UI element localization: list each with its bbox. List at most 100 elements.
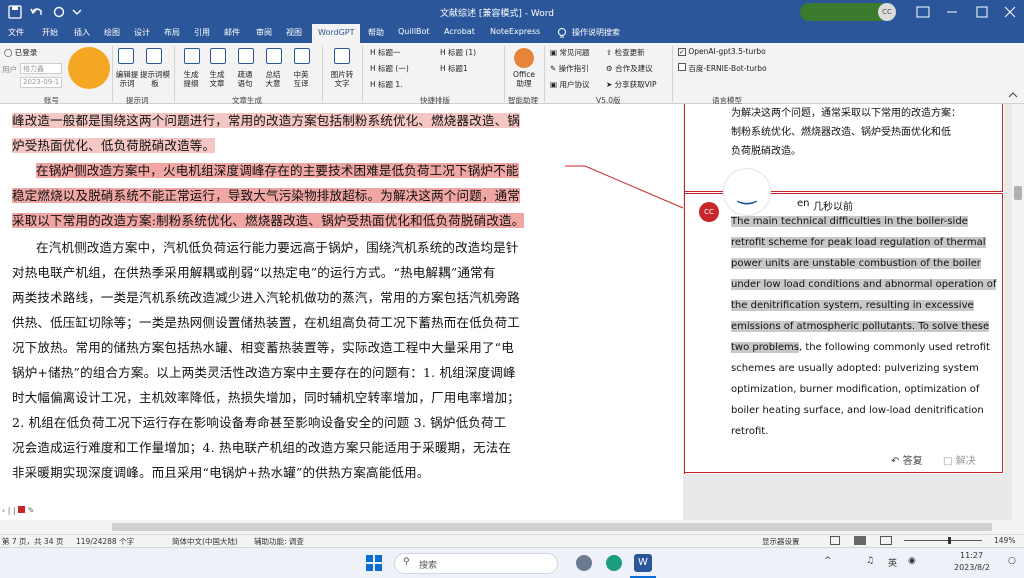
tab-wordgpt[interactable]: WordGPT — [312, 24, 361, 43]
doc-line: 炉受热面优化、低负荷脱硝改造等。 — [12, 138, 216, 153]
heading-style-5[interactable]: H 标题 1. — [370, 79, 403, 90]
word-count[interactable]: 119/24288 个字 — [76, 536, 134, 547]
close-icon[interactable] — [1003, 5, 1017, 19]
display-settings[interactable]: 显示器设置 — [762, 536, 800, 547]
volume-icon[interactable]: ♫ — [866, 556, 874, 566]
ime-indicator[interactable]: 英 — [888, 556, 897, 569]
date-field[interactable]: 2023-09-1 — [20, 77, 62, 88]
model-option-openai[interactable]: ✓ OpenAI-gpt3.5-turbo — [678, 47, 766, 56]
avatar[interactable]: CC — [878, 3, 896, 21]
summarize-button[interactable]: 总结大意 — [262, 70, 284, 88]
tab-home[interactable]: 开始 — [42, 27, 58, 38]
accessibility-status[interactable]: 辅助功能: 调查 — [254, 536, 304, 547]
tab-view[interactable]: 视图 — [286, 27, 302, 38]
translate-button[interactable]: 中英互译 — [290, 70, 312, 88]
gen-outline-button[interactable]: 生成提纲 — [180, 70, 202, 88]
image-to-text-button[interactable]: 图片转文字 — [328, 70, 356, 88]
model-option-ernie[interactable]: 百度-ERNIE-Bot-turbo — [678, 63, 767, 74]
comments-pane: 为解决这两个问题，通常采取以下常用的改造方案： 制粉系统优化、燃烧器改造、锅炉受… — [684, 104, 1004, 474]
office-assistant-button[interactable]: Office助理 — [510, 70, 538, 88]
tab-design[interactable]: 设计 — [134, 27, 150, 38]
tab-draw[interactable]: 绘图 — [104, 27, 120, 38]
tell-me-search[interactable]: 操作说明搜索 — [572, 27, 620, 38]
tab-quillbot[interactable]: QuillBot — [398, 27, 430, 36]
edge-browser-icon[interactable] — [606, 555, 622, 571]
doc-line: 2. 机组在低负荷工况下运行存在影响设备寿命甚至影响设备安全的问题 3. 锅炉低… — [12, 415, 507, 430]
tab-noteexpress[interactable]: NoteExpress — [490, 27, 540, 36]
doc-line: 锅炉+储热”的组合方案。以上两类灵活性改造方案中主要存在的问题有：1. 机组深度… — [12, 365, 516, 380]
settings-app-icon[interactable] — [576, 555, 592, 571]
doc-line: 况下放热。常用的储热方案包括热水罐、相变蓄热装置等，实际改造工程中大量采用了“电 — [12, 340, 514, 355]
edit-prompt-button[interactable]: 编辑提示词 — [114, 70, 140, 88]
clock-time[interactable]: 11:27 — [960, 551, 983, 560]
doc-line: 峰改造一般都是围绕这两个问题进行，常用的改造方案包括制粉系统优化、燃烧器改造、锅 — [12, 113, 521, 128]
undo-icon[interactable] — [30, 5, 44, 19]
minimize-icon[interactable] — [945, 5, 959, 19]
maximize-icon[interactable] — [975, 5, 989, 19]
heading-style-2[interactable]: H 标题 (1) — [440, 47, 476, 58]
language-status[interactable]: 简体中文(中国大陆) — [172, 536, 238, 547]
heading-style-4[interactable]: H 标题1 — [440, 63, 468, 74]
tab-acrobat[interactable]: Acrobat — [444, 27, 475, 36]
comment-body-line: optimization, burner modification, optim… — [731, 384, 980, 395]
user-field[interactable]: 格力鑫 — [20, 63, 62, 74]
doc-line-commented: 在锅炉侧改造方案中，火电机组深度调峰存在的主要技术困难是低负荷工况下锅炉不能 — [36, 163, 519, 178]
print-layout-icon[interactable] — [854, 536, 866, 545]
ribbon-display-icon[interactable] — [916, 5, 930, 19]
tab-file[interactable]: 文件 — [8, 27, 24, 38]
windows-start-icon[interactable] — [366, 555, 382, 571]
scroll-thumb[interactable] — [1014, 186, 1022, 200]
logged-in-status: ◯ 已登录 — [4, 48, 38, 57]
vertical-scrollbar[interactable] — [1012, 104, 1024, 520]
tab-help[interactable]: 帮助 — [368, 27, 384, 38]
doc-line: 对热电联产机组，在供热季采用解耦或削弱“以热定电”的运行方式。“热电解耦”通常有 — [12, 265, 496, 280]
clock-date[interactable]: 2023/8/2 — [954, 563, 990, 572]
save-icon[interactable] — [8, 5, 22, 19]
doc-line: 非采暖期实现深度调峰。而且采用“电锅炉+热水罐”的供热方案高能低用。 — [12, 465, 430, 480]
heading-style-1[interactable]: H 标题一 — [370, 47, 401, 58]
comment-text: 负荷脱硝改造。 — [731, 146, 801, 157]
zoom-slider[interactable] — [904, 537, 982, 544]
web-layout-icon[interactable] — [880, 536, 892, 545]
mini-toolbar[interactable]: ‹ | | ✎ — [2, 506, 34, 515]
resolve-button[interactable]: □ 解决 — [943, 452, 976, 467]
tray-chevron-icon[interactable]: ^ — [824, 556, 832, 566]
horizontal-scrollbar[interactable] — [0, 520, 1024, 534]
faq-link[interactable]: ▣ 常见问题 — [550, 47, 589, 58]
gen-article-button[interactable]: 生成文章 — [206, 70, 228, 88]
word-app-icon[interactable]: W — [634, 554, 652, 572]
check-update-link[interactable]: ⇧ 检查更新 — [606, 47, 645, 58]
user-agreement-link[interactable]: ▣ 用户协议 — [550, 79, 589, 90]
comment-body-line: two problems, the following commonly use… — [731, 342, 990, 353]
taskbar-search[interactable]: ⚲ 搜索 — [394, 553, 558, 574]
document-page[interactable]: 峰改造一般都是围绕这两个问题进行，常用的改造方案包括制粉系统优化、燃烧器改造、锅… — [0, 104, 684, 520]
search-icon: ⚲ — [403, 557, 410, 567]
tab-mailings[interactable]: 邮件 — [224, 27, 240, 38]
notification-icon[interactable]: ○ — [1008, 556, 1016, 566]
prompt-template-button[interactable]: 提示词模板 — [140, 70, 170, 88]
guide-link[interactable]: ✎ 操作指引 — [550, 63, 589, 74]
zoom-level[interactable]: 149% — [994, 536, 1015, 545]
collapse-ribbon-icon[interactable] — [1008, 91, 1018, 99]
h-scroll-thumb[interactable] — [112, 523, 992, 531]
page-count[interactable]: 第 7 页，共 34 页 — [2, 536, 63, 547]
ribbon: ◯ 已登录 用户 格力鑫 2023-09-1 账号 编辑提示词 提示词模板 提示… — [0, 43, 1024, 105]
tab-layout[interactable]: 布局 — [164, 27, 180, 38]
customize-toolbar-icon[interactable] — [72, 6, 82, 18]
doc-line: 供热、低压缸切除等；一类是热网侧设置储热装置，在机组高负荷工况下蓄热而在低负荷工 — [12, 315, 521, 330]
taskbar: ⚲ 搜索 W ^ ♫ 英 ◉ 11:27 2023/8/2 ○ — [0, 547, 1024, 578]
heading-style-3[interactable]: H 标题 (一) — [370, 63, 409, 74]
redo-icon[interactable] — [52, 5, 66, 19]
tab-references[interactable]: 引用 — [194, 27, 210, 38]
tab-insert[interactable]: 插入 — [74, 27, 90, 38]
suggestion-link[interactable]: ⚙ 合作及建议 — [606, 63, 653, 74]
reply-button[interactable]: ↶ 答复 — [891, 452, 923, 467]
share-vip-link[interactable]: ➤ 分享获取VIP — [606, 79, 657, 90]
doc-line: 两类技术路线，一类是汽机系统改造减少进入汽轮机做功的蒸汽，常用的方案包括汽机旁路 — [12, 290, 521, 305]
comment-body-line: power units are unstable combustion of t… — [731, 258, 981, 269]
network-icon[interactable]: ◉ — [908, 556, 916, 566]
focus-mode-icon[interactable] — [830, 536, 840, 545]
polish-sentence-button[interactable]: 疏通语句 — [234, 70, 256, 88]
comment-body-line: boiler heating surface, and low-load den… — [731, 405, 984, 416]
tab-review[interactable]: 审阅 — [256, 27, 272, 38]
